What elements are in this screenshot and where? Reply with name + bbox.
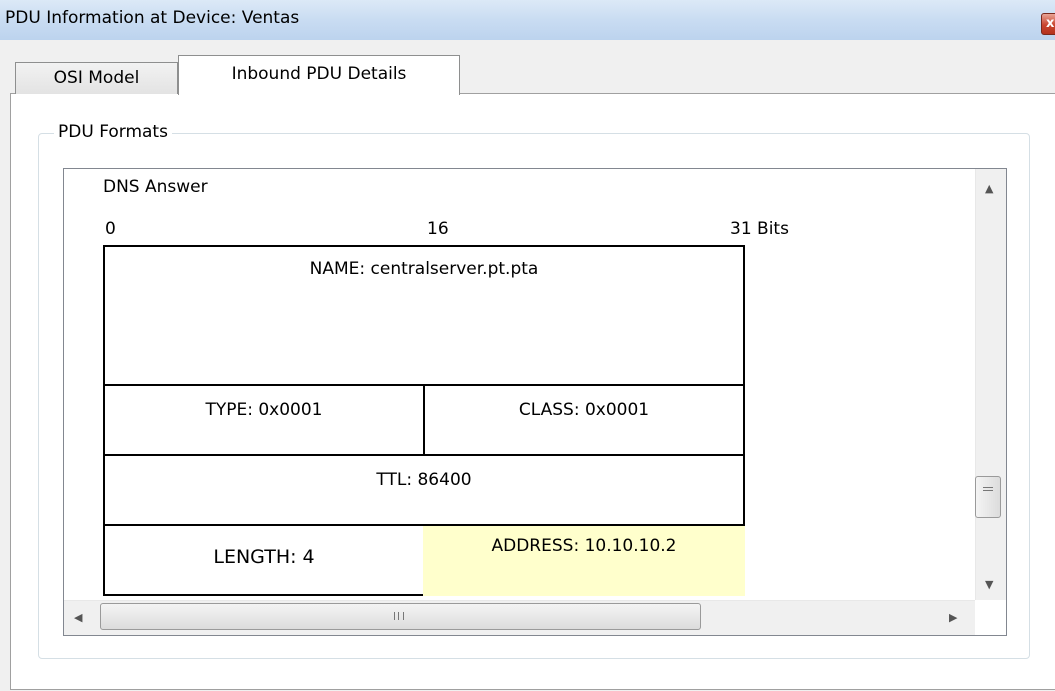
title-bar: PDU Information at Device: Ventas xyxy=(0,0,1055,40)
window-title: PDU Information at Device: Ventas xyxy=(5,8,300,28)
scroll-up-arrow-icon[interactable]: ▲ xyxy=(985,182,993,195)
grip-lines-icon xyxy=(983,487,993,491)
field-name: NAME: centralserver.pt.pta xyxy=(103,245,745,386)
field-class-text: CLASS: 0x0001 xyxy=(518,400,650,420)
field-length-text: LENGTH: 4 xyxy=(213,546,315,568)
tab-inbound-pdu-details[interactable]: Inbound PDU Details xyxy=(178,55,460,95)
bit-label-start: 0 xyxy=(105,219,116,239)
tab-osi-model[interactable]: OSI Model xyxy=(15,62,178,94)
scroll-left-arrow-icon[interactable]: ◀ xyxy=(74,611,82,624)
field-type: TYPE: 0x0001 xyxy=(103,384,425,456)
close-button[interactable]: x xyxy=(1041,13,1055,35)
field-length: LENGTH: 4 xyxy=(103,524,425,596)
vertical-scrollbar[interactable] xyxy=(975,169,1006,600)
group-title: PDU Formats xyxy=(54,122,172,142)
horizontal-scroll-thumb[interactable] xyxy=(100,603,701,630)
scroll-right-arrow-icon[interactable]: ▶ xyxy=(949,611,957,624)
pdu-content: DNS Answer 0 16 31 Bits NAME: centralser… xyxy=(64,169,975,600)
field-address-text: ADDRESS: 10.10.10.2 xyxy=(491,536,677,556)
field-class: CLASS: 0x0001 xyxy=(423,384,745,456)
bit-label-mid: 16 xyxy=(427,219,449,239)
field-address: ADDRESS: 10.10.10.2 xyxy=(423,526,745,596)
scrollbar-corner xyxy=(975,600,1006,635)
field-ttl-text: TTL: 86400 xyxy=(376,470,472,490)
field-name-text: NAME: centralserver.pt.pta xyxy=(309,259,539,279)
grip-lines-icon xyxy=(394,612,404,620)
bit-label-end: 31 Bits xyxy=(730,219,789,239)
field-type-text: TYPE: 0x0001 xyxy=(205,400,323,420)
vertical-scroll-thumb[interactable] xyxy=(975,476,1001,518)
pdu-heading: DNS Answer xyxy=(103,177,208,197)
tab-label: Inbound PDU Details xyxy=(231,64,407,84)
tab-label: OSI Model xyxy=(53,68,140,88)
close-icon: x xyxy=(1046,16,1055,31)
scroll-down-arrow-icon[interactable]: ▼ xyxy=(985,578,993,591)
field-ttl: TTL: 86400 xyxy=(103,454,745,526)
